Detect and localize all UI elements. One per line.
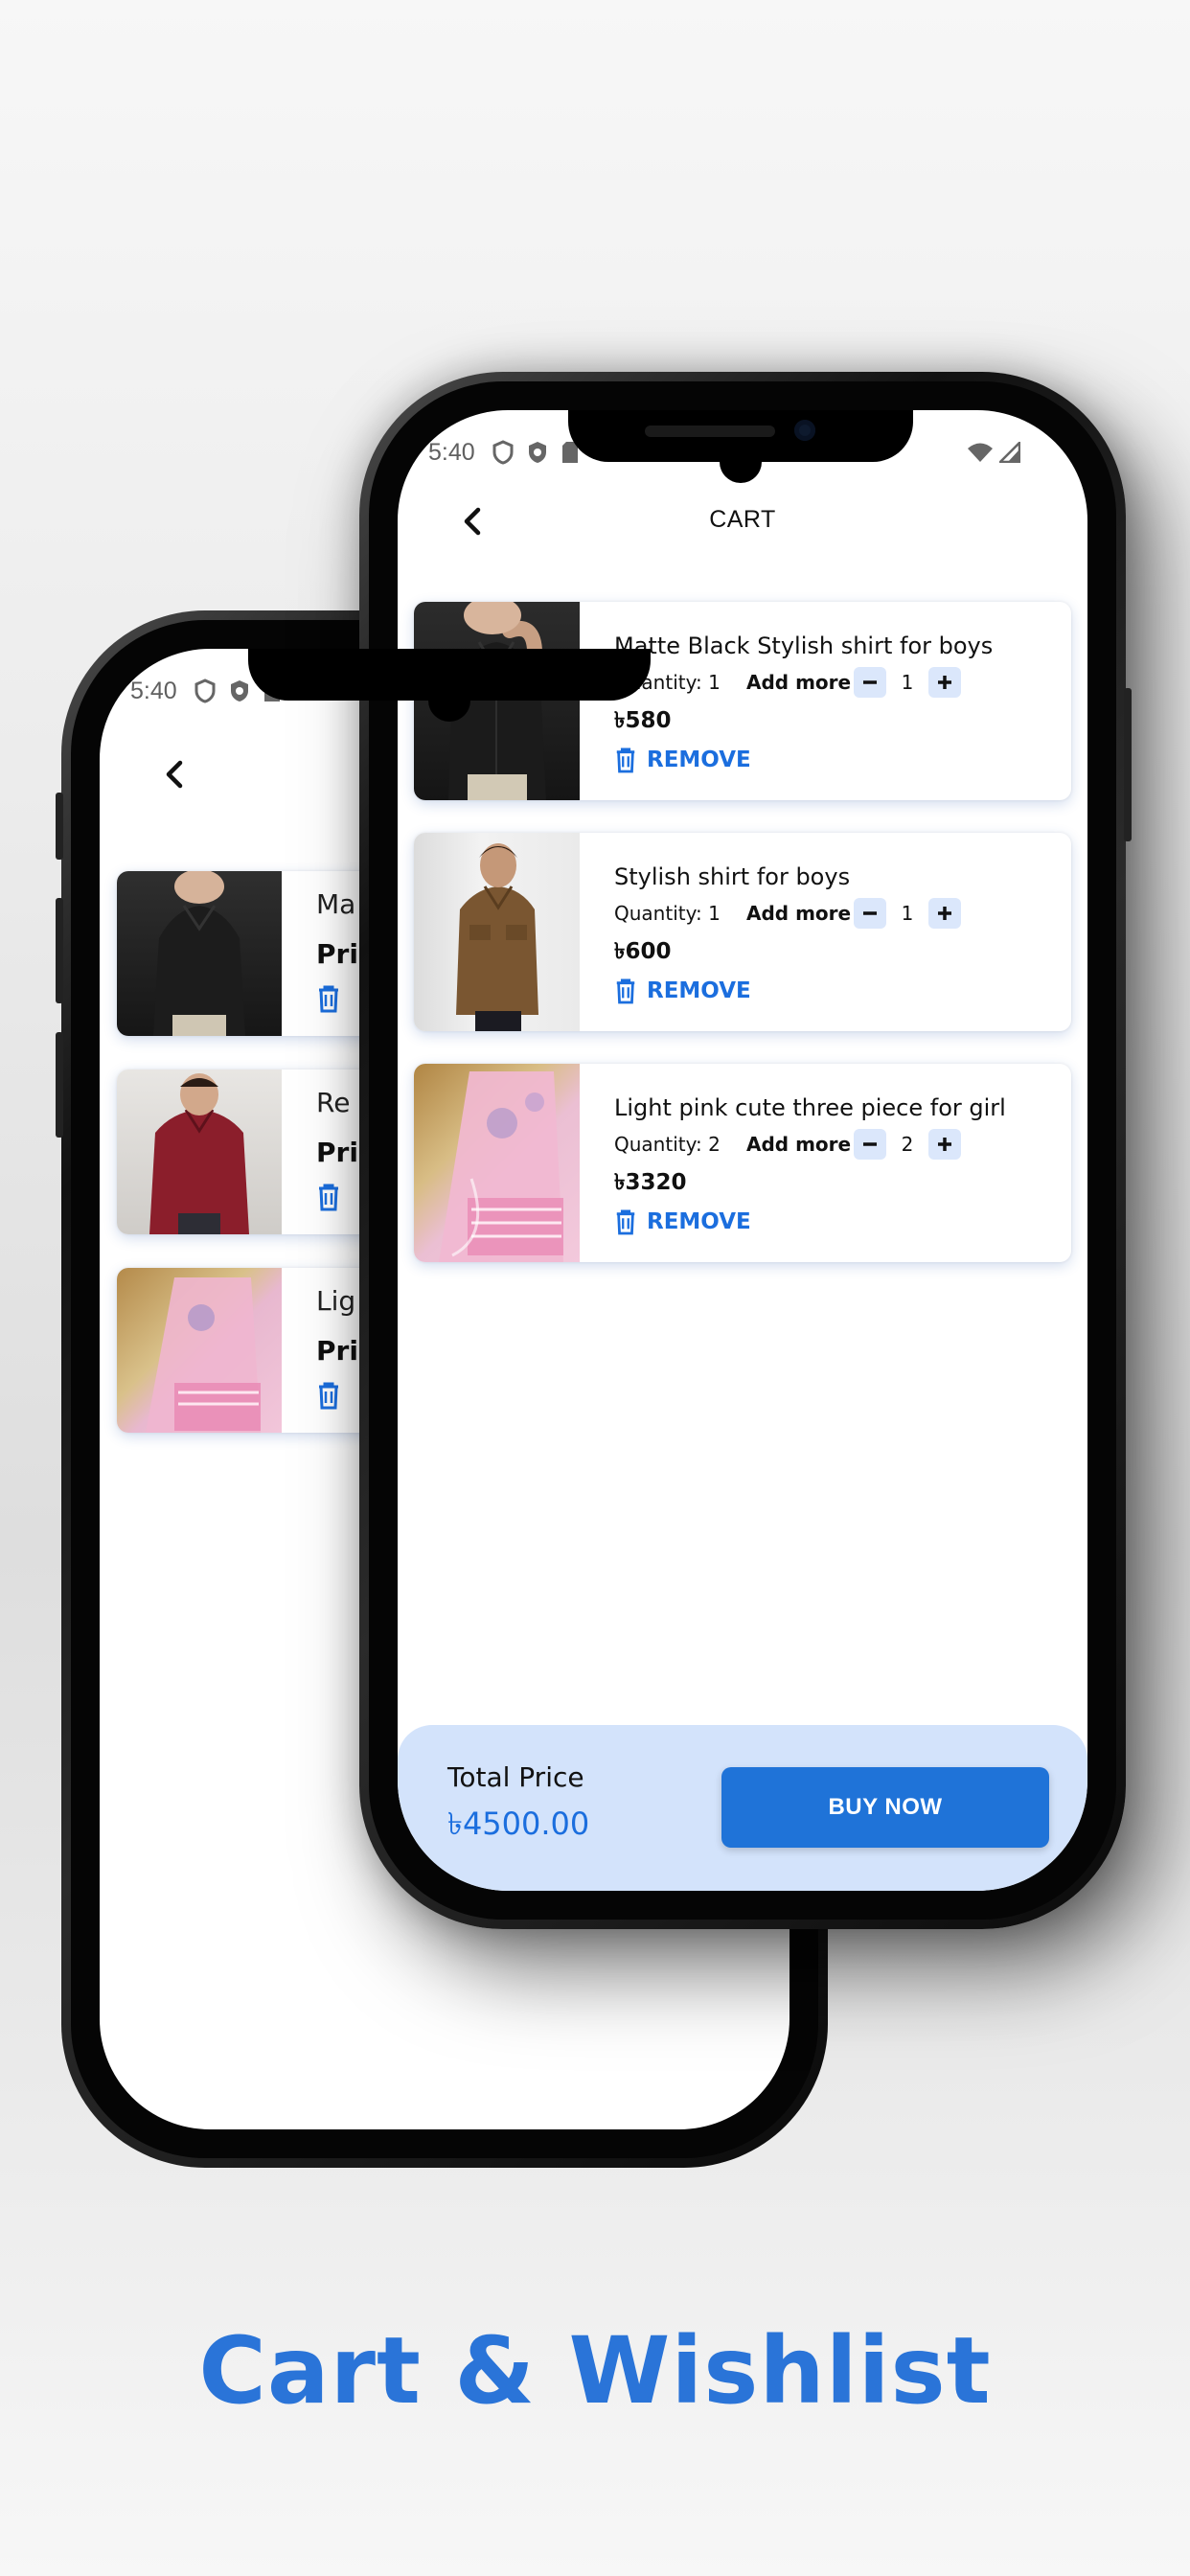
increase-quantity-button[interactable] xyxy=(928,1129,961,1160)
item-price: ৳3320 xyxy=(614,1170,687,1195)
quantity-value: 2 xyxy=(901,1133,914,1156)
minus-icon xyxy=(863,680,877,684)
status-right xyxy=(967,442,1020,463)
phone-notch xyxy=(568,410,913,483)
increase-quantity-button[interactable] xyxy=(928,667,961,698)
item-title: Stylish shirt for boys xyxy=(614,863,851,890)
quantity-row: Quantity: 1 Add more 1 xyxy=(614,667,1071,698)
cellular-signal-icon xyxy=(999,442,1020,463)
product-image-pink-dress xyxy=(414,1064,580,1262)
promo-headline: Cart & Wishlist xyxy=(198,2317,992,2425)
cart-item[interactable]: Light pink cute three piece for girl Qua… xyxy=(414,1064,1071,1262)
phone-bezel: 5:40 CART Matte Black Stylish shirt for … xyxy=(369,381,1116,1920)
trash-icon[interactable] xyxy=(316,1381,341,1410)
trash-icon xyxy=(616,1209,635,1235)
buy-now-button[interactable]: BUY NOW xyxy=(721,1767,1049,1848)
increase-quantity-button[interactable] xyxy=(928,898,961,929)
checkout-bar: Total Price ৳4500.00 BUY NOW xyxy=(398,1725,1087,1891)
item-body: Light pink cute three piece for girl Qua… xyxy=(580,1064,1071,1262)
plus-icon xyxy=(938,1138,951,1151)
remove-button[interactable]: REMOVE xyxy=(614,1206,1071,1238)
shield-filled-icon xyxy=(230,680,248,702)
quantity-value: 1 xyxy=(901,671,914,694)
minus-icon xyxy=(863,1142,877,1146)
quantity-label: Quantity: 2 xyxy=(614,1133,721,1156)
plus-icon xyxy=(938,676,951,689)
front-phone-mockup: 5:40 CART Matte Black Stylish shirt for … xyxy=(359,372,1132,1929)
speaker-grille xyxy=(645,426,775,437)
item-price: ৳580 xyxy=(614,708,672,733)
quantity-label: Quantity: 1 xyxy=(614,902,721,925)
wifi-icon xyxy=(968,443,993,462)
quantity-row: Quantity: 1 Add more 1 xyxy=(614,898,1071,929)
front-camera xyxy=(794,420,815,441)
app-header: CART xyxy=(398,489,1087,556)
quantity-row: Quantity: 2 Add more 2 xyxy=(614,1129,1071,1160)
cart-screen: 5:40 CART Matte Black Stylish shirt for … xyxy=(398,410,1087,1891)
remove-button[interactable]: REMOVE xyxy=(614,744,1071,776)
status-time: 5:40 xyxy=(130,677,177,704)
product-image-red-shirt xyxy=(117,1070,282,1234)
product-image-brown-shirt xyxy=(414,833,580,1031)
add-more-label: Add more xyxy=(746,902,852,925)
back-chevron-icon[interactable] xyxy=(157,757,192,792)
volume-up-button xyxy=(56,898,63,1003)
total-price-value: ৳4500.00 xyxy=(447,1806,590,1842)
plus-icon xyxy=(938,907,951,920)
product-image-black-shirt xyxy=(117,871,282,1036)
cart-item[interactable]: Stylish shirt for boys Quantity: 1 Add m… xyxy=(414,833,1071,1031)
power-button xyxy=(1124,688,1132,841)
phone-notch xyxy=(248,649,651,722)
trash-icon xyxy=(616,748,635,773)
cart-item[interactable]: Matte Black Stylish shirt for boys Quant… xyxy=(414,602,1071,800)
item-title: Matte Black Stylish shirt for boys xyxy=(614,632,994,659)
add-more-label: Add more xyxy=(746,1133,852,1156)
item-body: Stylish shirt for boys Quantity: 1 Add m… xyxy=(580,833,1071,1031)
item-title: Light pink cute three piece for girl xyxy=(614,1094,1006,1121)
status-time: 5:40 xyxy=(428,438,475,466)
shield-filled-icon xyxy=(528,442,546,463)
total-price-label: Total Price xyxy=(447,1761,584,1793)
page-title: CART xyxy=(709,506,776,533)
remove-label: REMOVE xyxy=(647,1209,751,1234)
quantity-value: 1 xyxy=(901,902,914,925)
add-more-label: Add more xyxy=(746,671,852,694)
item-body: Matte Black Stylish shirt for boys Quant… xyxy=(580,602,1071,800)
trash-icon xyxy=(616,978,635,1004)
volume-down-button xyxy=(56,1032,63,1138)
item-price: ৳600 xyxy=(614,939,672,964)
remove-label: REMOVE xyxy=(647,978,751,1003)
trash-icon[interactable] xyxy=(316,1183,341,1211)
product-image-pink-dress xyxy=(117,1268,282,1433)
shield-outline-icon xyxy=(195,678,216,703)
shield-outline-icon xyxy=(492,440,514,465)
remove-label: REMOVE xyxy=(647,748,751,772)
decrease-quantity-button[interactable] xyxy=(854,1129,886,1160)
cart-list: Matte Black Stylish shirt for boys Quant… xyxy=(414,602,1071,1295)
decrease-quantity-button[interactable] xyxy=(854,898,886,929)
remove-button[interactable]: REMOVE xyxy=(614,975,1071,1007)
trash-icon[interactable] xyxy=(316,984,341,1013)
decrease-quantity-button[interactable] xyxy=(854,667,886,698)
mute-switch xyxy=(56,793,63,860)
minus-icon xyxy=(863,911,877,915)
